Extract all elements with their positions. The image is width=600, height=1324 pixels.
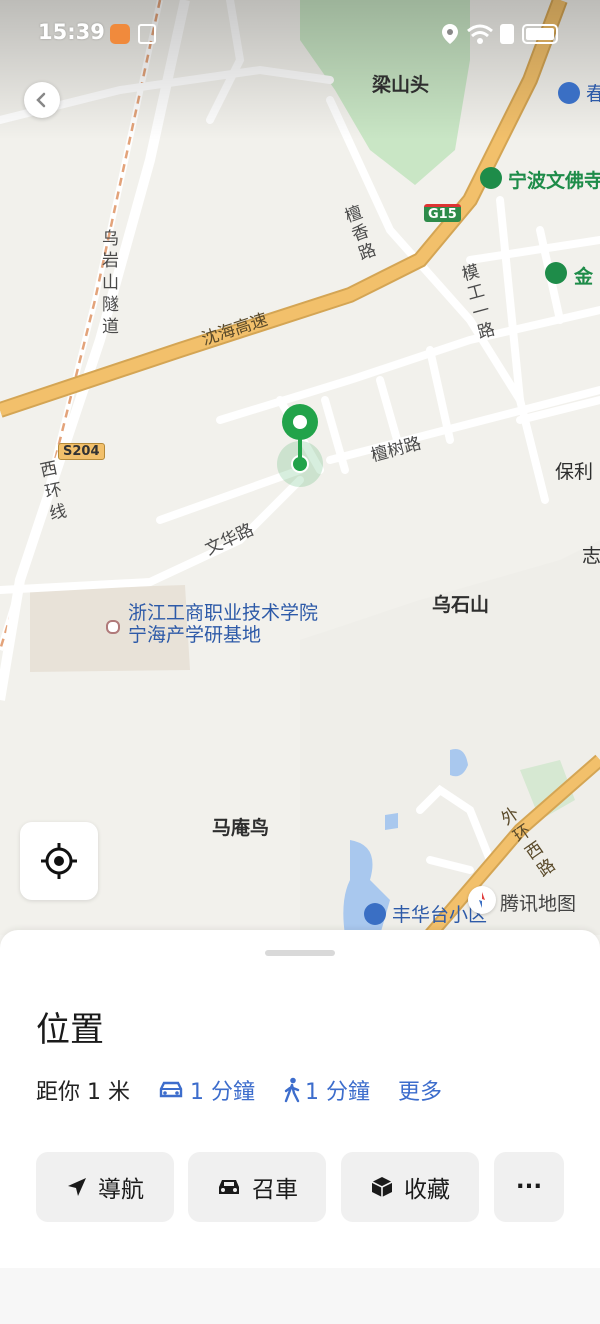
alert-icon bbox=[500, 24, 514, 44]
location-title: 位置 bbox=[36, 1010, 104, 1050]
more-actions-button[interactable]: ··· bbox=[494, 1152, 564, 1222]
bottom-bar bbox=[0, 1268, 600, 1324]
tencent-map-logo: 腾讯地图 bbox=[500, 893, 577, 915]
map-view[interactable]: 梁山头 春 宁波文佛寺 金 G15 S204 檀香路 乌岩山隧道 沈海高速 模工… bbox=[0, 0, 600, 935]
upload-notification-icon bbox=[138, 24, 156, 44]
drive-time-link[interactable]: 1 分鐘 bbox=[158, 1074, 255, 1106]
distance-text: 距你 1 米 bbox=[36, 1080, 130, 1105]
taxi-label: 召車 bbox=[252, 1177, 298, 1203]
status-time: 15:39 bbox=[38, 20, 105, 44]
more-dots-icon: ··· bbox=[515, 1174, 543, 1200]
favorite-label: 收藏 bbox=[404, 1177, 450, 1203]
park-icon bbox=[545, 262, 567, 284]
map-label-liangshantou: 梁山头 bbox=[372, 74, 430, 96]
sheet-drag-handle[interactable] bbox=[265, 950, 335, 956]
map-label-wushishan: 乌石山 bbox=[432, 594, 490, 616]
locate-me-button[interactable] bbox=[20, 822, 98, 900]
app-notification-icon bbox=[110, 24, 130, 44]
walk-time-link[interactable]: 1 分鐘 bbox=[283, 1074, 370, 1106]
more-options-link[interactable]: 更多 bbox=[398, 1074, 442, 1106]
map-label-chun: 春 bbox=[586, 83, 600, 105]
compass-icon[interactable] bbox=[468, 886, 496, 914]
map-label-baoli: 保利 bbox=[555, 461, 594, 483]
map-label-college: 浙江工商职业技术学院宁海产学研基地 bbox=[128, 602, 319, 646]
navigation-arrow-icon bbox=[68, 1178, 86, 1196]
walk-time-text: 1 分鐘 bbox=[304, 1080, 370, 1105]
walking-icon bbox=[284, 1077, 300, 1103]
map-label-jin: 金 bbox=[574, 266, 594, 288]
map-label-zhi: 志 bbox=[582, 545, 600, 567]
map-label-maanniao: 马庵鸟 bbox=[212, 817, 270, 839]
s204-shield: S204 bbox=[58, 443, 105, 460]
crosshair-icon bbox=[41, 843, 77, 879]
community-icon bbox=[364, 903, 386, 925]
college-poi-icon bbox=[106, 620, 120, 634]
wifi-icon bbox=[467, 24, 493, 44]
location-pin-icon[interactable] bbox=[280, 402, 320, 464]
g15-shield: G15 bbox=[424, 204, 461, 222]
taxi-button[interactable]: 召車 bbox=[188, 1152, 326, 1222]
temple-icon bbox=[480, 167, 502, 189]
road-label-wuyanshan-tunnel: 乌岩山隧道 bbox=[102, 229, 119, 337]
location-sheet: 位置 距你 1 米 1 分鐘 1 分鐘 更多 導航 召車 收藏 ··· bbox=[0, 930, 600, 1324]
battery-icon bbox=[522, 24, 558, 44]
favorite-button[interactable]: 收藏 bbox=[341, 1152, 479, 1222]
box-icon bbox=[371, 1177, 393, 1197]
back-button[interactable] bbox=[24, 82, 60, 118]
drive-time-text: 1 分鐘 bbox=[189, 1080, 255, 1105]
taxi-icon bbox=[219, 1180, 239, 1194]
route-info-row: 距你 1 米 1 分鐘 1 分鐘 更多 bbox=[36, 1074, 442, 1106]
navigate-button[interactable]: 導航 bbox=[36, 1152, 174, 1222]
chevron-left-icon bbox=[36, 92, 46, 108]
status-bar: 15:39 bbox=[0, 0, 600, 68]
location-status-icon bbox=[442, 24, 458, 44]
car-icon bbox=[159, 1081, 183, 1098]
hotel-icon bbox=[558, 82, 580, 104]
navigate-label: 導航 bbox=[98, 1177, 144, 1203]
map-label-ningbo-wenfo: 宁波文佛寺 bbox=[508, 170, 600, 192]
